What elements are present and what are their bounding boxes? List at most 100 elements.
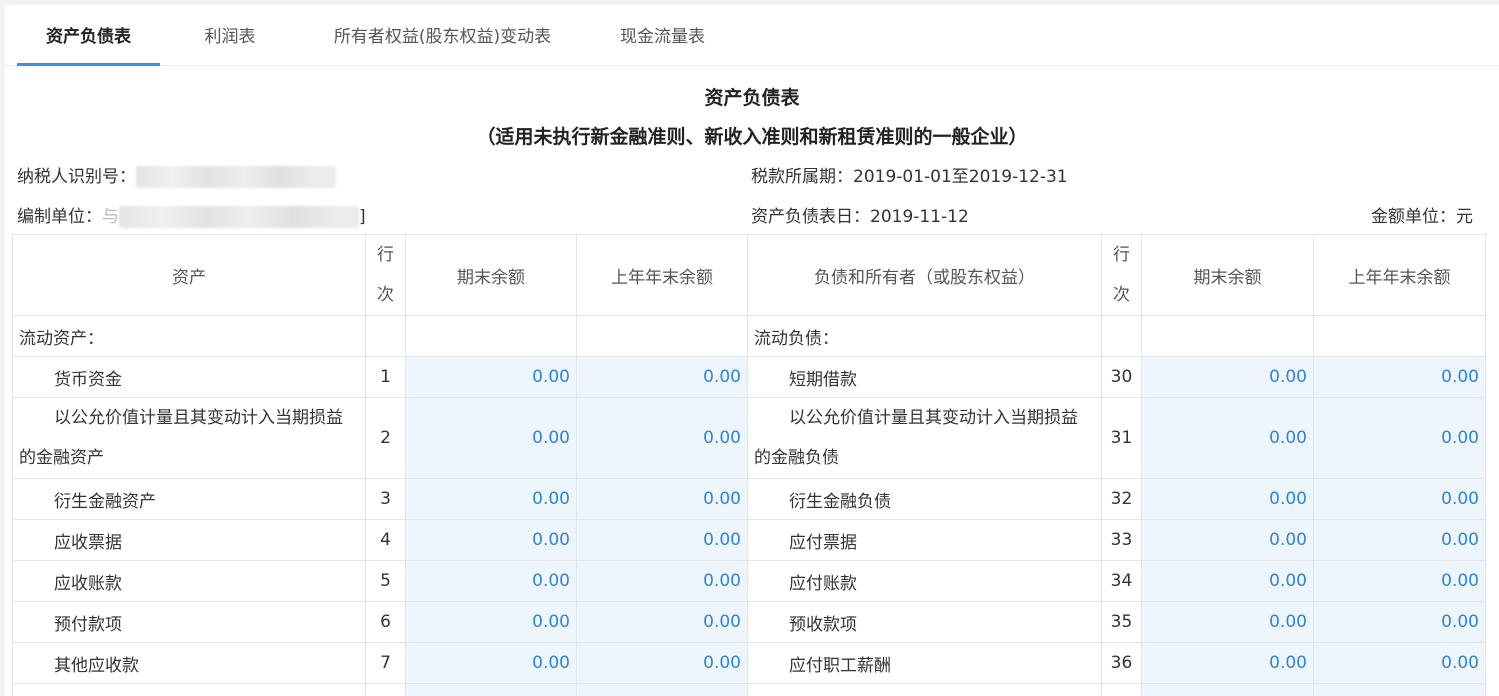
header-end-balance-left: 期末余额 — [405, 234, 577, 316]
liability-prior-balance-input[interactable]: 0.00 — [1313, 601, 1486, 643]
empty-cell[interactable] — [405, 683, 577, 696]
liability-row-no: 32 — [1101, 478, 1142, 520]
liability-prior-balance-input[interactable]: 0.00 — [1313, 560, 1486, 602]
liability-item-label: 以公允价值计量且其变动计入当期损益的金融负债 — [747, 397, 1102, 479]
table-row: 应收票据 4 0.00 0.00 应付票据 33 0.00 0.00 — [12, 519, 1486, 561]
liability-end-balance-input[interactable]: 0.00 — [1141, 642, 1314, 684]
asset-item-label: 应收账款 — [12, 560, 366, 602]
liability-item-label: 短期借款 — [747, 356, 1102, 398]
table-row: 其他应收款 7 0.00 0.00 应付职工薪酬 36 0.00 0.00 — [12, 642, 1486, 684]
asset-item-label: 预付款项 — [12, 601, 366, 643]
header-row-no-line1: 行 — [1113, 245, 1130, 265]
empty-cell[interactable] — [576, 683, 748, 696]
liability-end-balance-input[interactable]: 0.00 — [1141, 397, 1314, 479]
header-end-balance-right: 期末余额 — [1141, 234, 1314, 316]
tab-cash-flow[interactable]: 现金流量表 — [605, 5, 720, 66]
empty-cell[interactable] — [1313, 683, 1486, 696]
section-current-assets: 流动资产： — [12, 315, 366, 357]
asset-row-no: 5 — [365, 560, 406, 602]
asset-end-balance-input[interactable]: 0.00 — [405, 519, 577, 561]
liability-end-balance-input[interactable]: 0.00 — [1141, 478, 1314, 520]
table-row: 预付款项 6 0.00 0.00 预收款项 35 0.00 0.00 — [12, 601, 1486, 643]
liability-row-no: 30 — [1101, 356, 1142, 398]
report-tabs: 资产负债表 利润表 所有者权益(股东权益)变动表 现金流量表 — [5, 5, 1499, 66]
liability-prior-balance-input[interactable]: 0.00 — [1313, 642, 1486, 684]
asset-row-no: 2 — [365, 397, 406, 479]
liability-prior-balance-input[interactable]: 0.00 — [1313, 478, 1486, 520]
asset-prior-balance-input[interactable]: 0.00 — [576, 642, 748, 684]
liability-prior-balance-input[interactable]: 0.00 — [1313, 397, 1486, 479]
table-row: 货币资金 1 0.00 0.00 短期借款 30 0.00 0.00 — [12, 356, 1486, 398]
table-row: 应收账款 5 0.00 0.00 应付账款 34 0.00 0.00 — [12, 560, 1486, 602]
empty-cell[interactable] — [1141, 683, 1314, 696]
asset-row-no: 3 — [365, 478, 406, 520]
liability-end-balance-input[interactable]: 0.00 — [1141, 519, 1314, 561]
currency-unit: 金额单位：元 — [1371, 207, 1473, 227]
liability-row-no: 31 — [1101, 397, 1142, 479]
table-header-row: 资产 行次 期末余额 上年年末余额 负债和所有者（或股东权益） 行次 期末余额 … — [12, 234, 1486, 316]
asset-prior-balance-input[interactable]: 0.00 — [576, 356, 748, 398]
tab-income-statement[interactable]: 利润表 — [185, 5, 275, 66]
balance-sheet-table: 资产 行次 期末余额 上年年末余额 负债和所有者（或股东权益） 行次 期末余额 … — [12, 234, 1486, 696]
liability-row-no: 35 — [1101, 601, 1142, 643]
header-row-no-line2: 次 — [377, 285, 394, 305]
header-row-no-line1: 行 — [377, 245, 394, 265]
header-prior-balance-right: 上年年末余额 — [1313, 234, 1486, 316]
unit-name-label: 编制单位： — [17, 207, 102, 227]
header-liability: 负债和所有者（或股东权益） — [747, 234, 1102, 316]
empty-cell — [12, 683, 366, 696]
tab-balance-sheet[interactable]: 资产负债表 — [17, 5, 160, 66]
header-prior-balance-left: 上年年末余额 — [576, 234, 748, 316]
asset-row-no: 1 — [365, 356, 406, 398]
liability-prior-balance-input[interactable]: 0.00 — [1313, 519, 1486, 561]
asset-end-balance-input[interactable]: 0.00 — [405, 601, 577, 643]
asset-prior-balance-input[interactable]: 0.00 — [576, 478, 748, 520]
asset-end-balance-input[interactable]: 0.00 — [405, 560, 577, 602]
asset-end-balance-input[interactable]: 0.00 — [405, 478, 577, 520]
header-row-no-right: 行次 — [1101, 234, 1142, 316]
asset-item-label-line2: 的金融资产 — [19, 448, 104, 468]
asset-prior-balance-input[interactable]: 0.00 — [576, 560, 748, 602]
asset-item-label: 应收票据 — [12, 519, 366, 561]
liability-row-no: 33 — [1101, 519, 1142, 561]
liability-end-balance-input[interactable]: 0.00 — [1141, 560, 1314, 602]
liability-item-label: 预收款项 — [747, 601, 1102, 643]
section-row: 流动资产： 流动负债： — [12, 315, 1486, 357]
asset-row-no: 4 — [365, 519, 406, 561]
asset-end-balance-input[interactable]: 0.00 — [405, 397, 577, 479]
report-panel: 资产负债表 利润表 所有者权益(股东权益)变动表 现金流量表 资产负债表 （适用… — [5, 5, 1499, 696]
asset-row-no: 7 — [365, 642, 406, 684]
empty-cell — [576, 315, 748, 357]
empty-cell — [1313, 315, 1486, 357]
empty-cell — [1141, 315, 1314, 357]
unit-name-row: 编制单位：与] — [17, 202, 366, 228]
asset-prior-balance-input[interactable]: 0.00 — [576, 519, 748, 561]
empty-cell — [365, 683, 406, 696]
asset-end-balance-input[interactable]: 0.00 — [405, 642, 577, 684]
unit-name-prefix: 与 — [102, 207, 119, 227]
tab-equity-changes[interactable]: 所有者权益(股东权益)变动表 — [315, 5, 570, 66]
liability-end-balance-input[interactable]: 0.00 — [1141, 601, 1314, 643]
liability-end-balance-input[interactable]: 0.00 — [1141, 356, 1314, 398]
section-current-liabilities: 流动负债： — [747, 315, 1102, 357]
taxpayer-id-label: 纳税人识别号： — [17, 167, 136, 187]
asset-item-label: 以公允价值计量且其变动计入当期损益 的金融资产 — [12, 397, 366, 479]
liability-prior-balance-input[interactable]: 0.00 — [1313, 356, 1486, 398]
liability-item-label-line2: 的金融负债 — [754, 448, 839, 468]
active-tab-indicator — [17, 63, 160, 66]
report-subtitle: （适用未执行新金融准则、新收入准则和新租赁准则的一般企业） — [476, 126, 1028, 148]
asset-prior-balance-input[interactable]: 0.00 — [576, 601, 748, 643]
unit-name-suffix: ] — [359, 207, 366, 227]
liability-row-no: 36 — [1101, 642, 1142, 684]
taxpayer-id-row: 纳税人识别号： — [17, 162, 336, 188]
balance-sheet-date: 资产负债表日：2019-11-12 — [751, 207, 969, 227]
liability-row-no: 34 — [1101, 560, 1142, 602]
empty-cell — [405, 315, 577, 357]
asset-prior-balance-input[interactable]: 0.00 — [576, 397, 748, 479]
empty-cell — [747, 683, 1102, 696]
table-row-partial — [12, 683, 1486, 696]
unit-name-redacted — [119, 206, 359, 228]
liability-item-label-line1: 以公允价值计量且其变动计入当期损益 — [789, 408, 1078, 428]
report-title: 资产负债表 — [704, 87, 800, 109]
asset-end-balance-input[interactable]: 0.00 — [405, 356, 577, 398]
